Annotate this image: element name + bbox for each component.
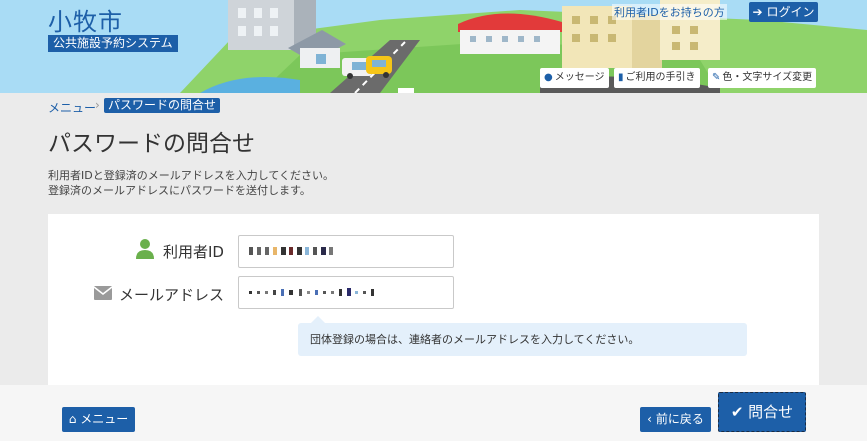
description-line-2: 登録済のメールアドレスにパスワードを送付します。 bbox=[48, 184, 311, 197]
submit-inquiry-button[interactable]: ✔ 問合せ bbox=[718, 392, 806, 432]
guide-link-label: ご利用の手引き bbox=[625, 72, 696, 83]
home-icon: ⌂ bbox=[68, 412, 77, 426]
user-id-input[interactable] bbox=[238, 235, 454, 268]
menu-button-label: メニュー bbox=[80, 412, 129, 426]
check-icon: ✔ bbox=[730, 403, 744, 421]
email-label: メールアドレス bbox=[119, 286, 225, 304]
submit-button-label: 問合せ bbox=[748, 403, 794, 421]
masked-text bbox=[249, 288, 374, 296]
site-header: 小牧市 公共施設予約システム 利用者IDをお持ちの方 ➔ ログイン ● メッセージ… bbox=[0, 0, 867, 93]
back-button-label: 前に戻る bbox=[655, 412, 704, 426]
envelope-icon bbox=[94, 286, 112, 300]
email-hint: 団体登録の場合は、連絡者のメールアドレスを入力してください。 bbox=[298, 323, 747, 356]
chevron-left-icon: ‹ bbox=[647, 412, 652, 426]
message-link[interactable]: ● メッセージ bbox=[540, 68, 609, 88]
display-settings-label: 色・文字サイズ変更 bbox=[722, 72, 813, 83]
description-line-1: 利用者IDと登録済のメールアドレスを入力してください。 bbox=[48, 169, 335, 182]
email-input[interactable] bbox=[238, 276, 454, 309]
breadcrumb-current: パスワードの問合せ bbox=[104, 98, 221, 113]
message-link-label: メッセージ bbox=[554, 72, 605, 83]
page-title: パスワードの問合せ bbox=[48, 131, 255, 157]
display-settings-link[interactable]: ✎ 色・文字サイズ変更 bbox=[708, 68, 817, 88]
site-title: 小牧市 bbox=[48, 8, 123, 36]
breadcrumb-separator: › bbox=[95, 98, 100, 112]
guide-link[interactable]: ▮ ご利用の手引き bbox=[614, 68, 700, 88]
user-id-label: 利用者ID bbox=[163, 243, 224, 261]
breadcrumb-menu-link[interactable]: メニュー bbox=[48, 99, 96, 116]
back-button[interactable]: ‹ 前に戻る bbox=[640, 407, 711, 432]
menu-button[interactable]: ⌂ メニュー bbox=[62, 407, 135, 432]
comment-icon: ● bbox=[544, 72, 553, 83]
masked-text bbox=[249, 247, 333, 255]
sign-in-icon: ➔ bbox=[752, 5, 763, 19]
brush-icon: ✎ bbox=[712, 72, 721, 83]
have-id-text: 利用者IDをお持ちの方 bbox=[612, 4, 727, 20]
hint-arrow bbox=[311, 316, 325, 323]
book-icon: ▮ bbox=[618, 72, 624, 83]
login-button[interactable]: ➔ ログイン bbox=[749, 2, 818, 22]
user-icon bbox=[136, 239, 154, 259]
page-description: 利用者IDと登録済のメールアドレスを入力してください。 登録済のメールアドレスに… bbox=[48, 168, 334, 198]
login-label: ログイン bbox=[766, 5, 815, 19]
site-subtitle: 公共施設予約システム bbox=[48, 35, 178, 52]
